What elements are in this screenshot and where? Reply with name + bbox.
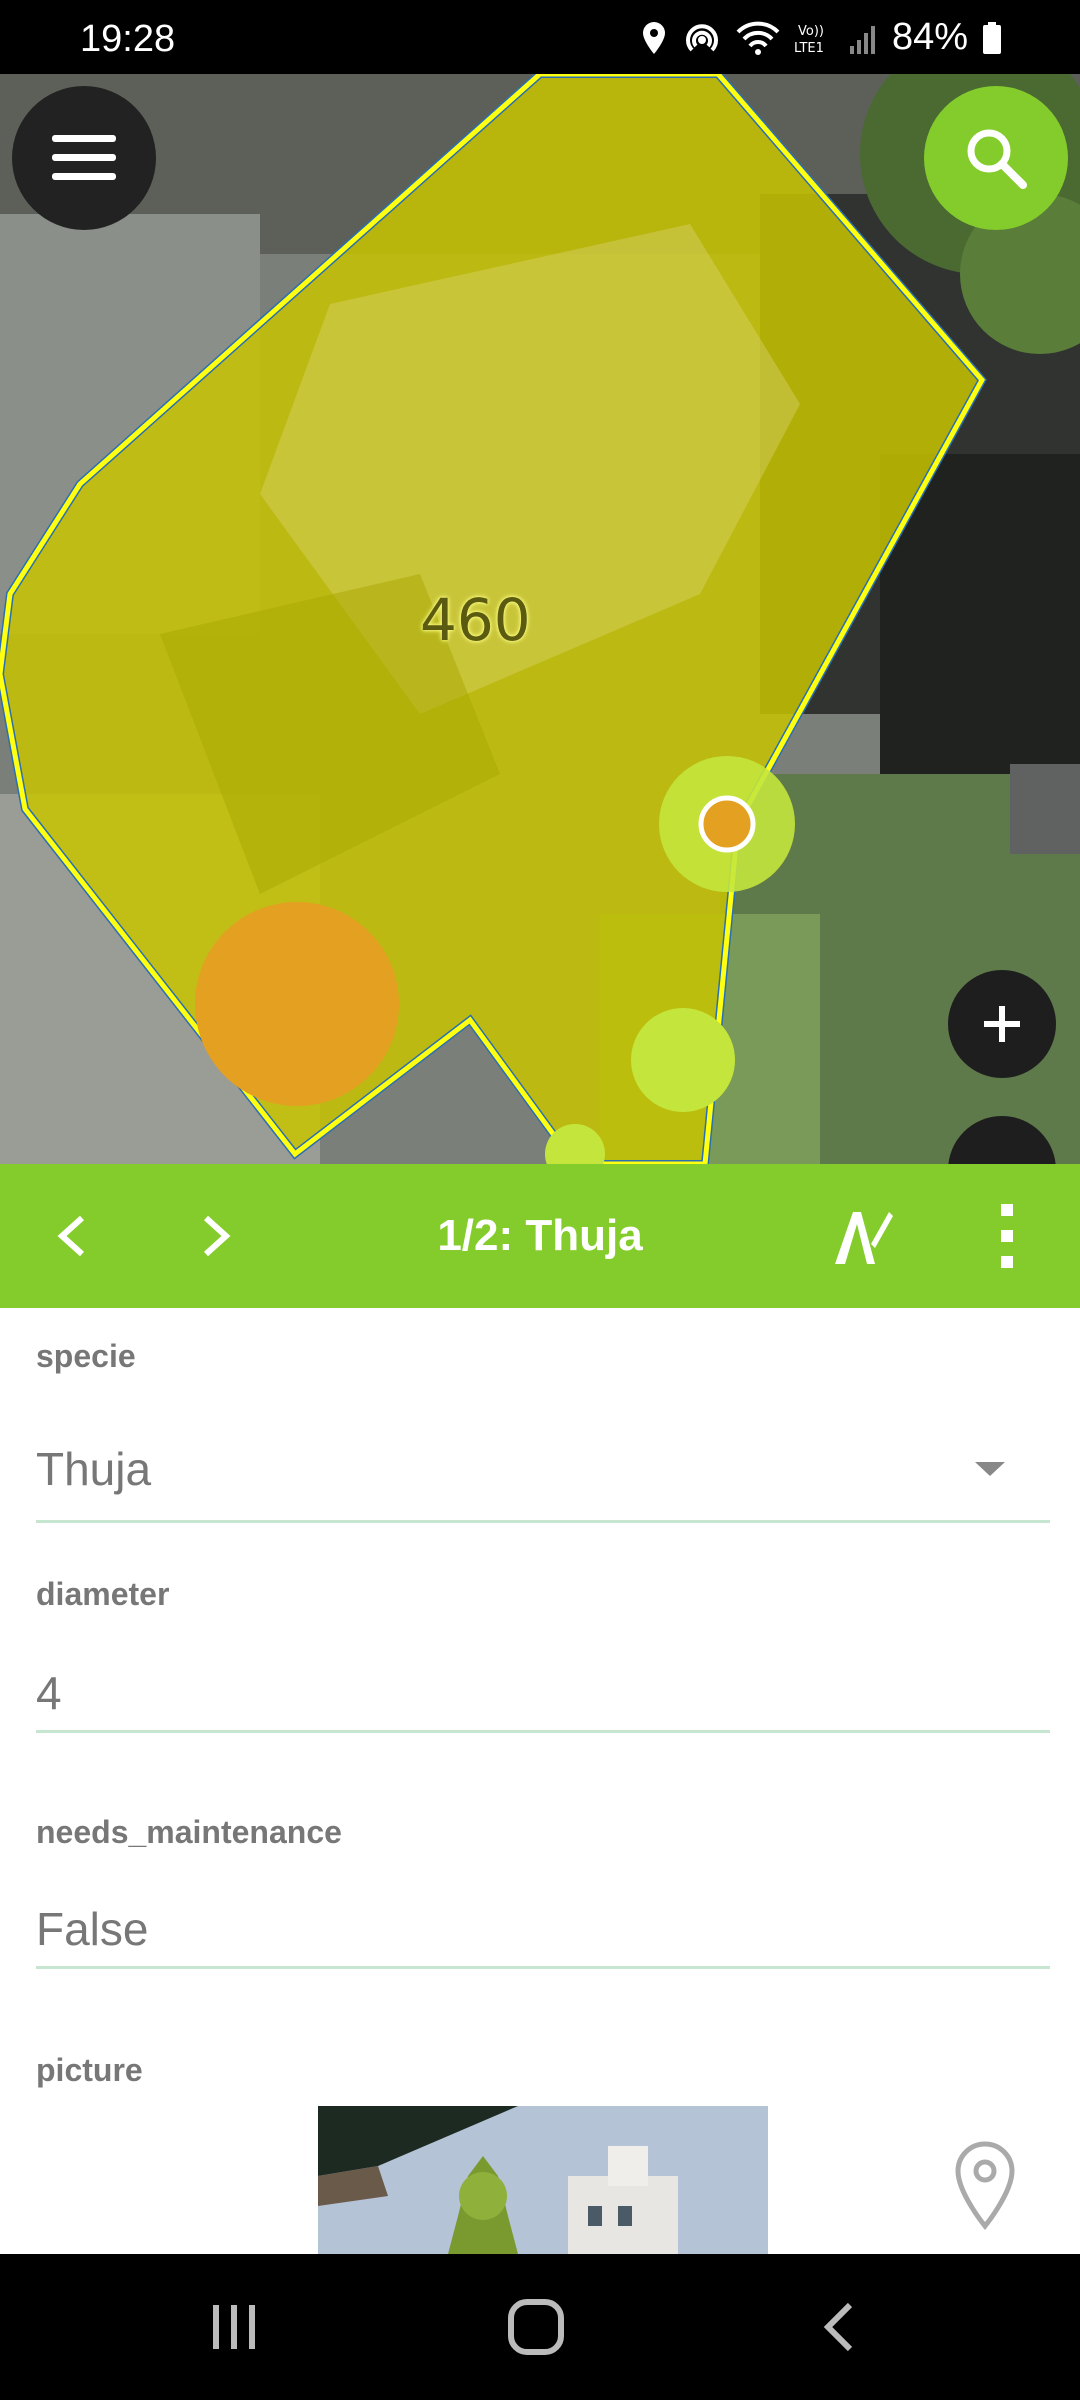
diameter-label: diameter (36, 1576, 170, 1612)
volte-icon: Vo)) LTE1 (794, 24, 824, 56)
more-vert-icon (1001, 1204, 1013, 1268)
status-time: 19:28 (80, 18, 176, 60)
svg-text:Vo)): Vo)) (798, 24, 824, 39)
back-button[interactable] (758, 2254, 918, 2400)
wifi-icon (736, 21, 780, 55)
location-pin-icon (955, 2141, 1015, 2230)
map-view[interactable]: 460 (0, 74, 1080, 1164)
feature-label: 460 (420, 586, 531, 654)
more-options-button[interactable] (952, 1164, 1062, 1308)
needs-maintenance-label: needs_maintenance (36, 1814, 342, 1850)
home-button[interactable] (456, 2254, 616, 2400)
specie-dropdown[interactable]: Thuja (36, 1442, 151, 1496)
chevron-right-icon (203, 1215, 231, 1257)
previous-feature-button[interactable] (16, 1164, 126, 1308)
location-pin-button[interactable] (950, 2140, 1020, 2230)
menu-icon (52, 135, 116, 180)
home-icon (508, 2299, 564, 2355)
status-bar: 19:28 Vo)) LTE1 84% (0, 0, 1080, 74)
specie-underline (36, 1520, 1050, 1523)
battery-percent: 84% (891, 16, 968, 58)
recent-apps-button[interactable] (154, 2254, 314, 2400)
chevron-left-icon (57, 1215, 85, 1257)
hotspot-icon (685, 23, 718, 51)
edit-feature-button[interactable] (808, 1164, 918, 1308)
menu-button[interactable] (12, 86, 156, 230)
battery-icon (983, 21, 1001, 54)
edit-icon (835, 1212, 893, 1264)
diameter-underline (36, 1730, 1050, 1733)
needs-maintenance-field[interactable]: False (36, 1902, 148, 1956)
picture-thumbnail[interactable] (318, 2106, 768, 2254)
zoom-in-button[interactable] (948, 970, 1056, 1078)
zoom-in-icon (984, 1006, 1020, 1042)
feature-title: 1/2: Thuja (437, 1211, 643, 1260)
feature-toolbar: 1/2: Thuja (0, 1164, 1080, 1308)
location-icon (642, 21, 665, 54)
attribute-form: specie Thuja diameter 4 needs_maintenanc… (0, 1308, 1080, 2254)
search-icon (967, 129, 1027, 189)
diameter-field[interactable]: 4 (36, 1666, 62, 1720)
back-icon (823, 2302, 853, 2352)
map-canvas[interactable] (0, 74, 1080, 1164)
status-icons: Vo)) LTE1 84% (640, 16, 1002, 59)
chevron-down-icon[interactable] (975, 1462, 1005, 1476)
picture-label: picture (36, 2052, 143, 2088)
svg-text:LTE1: LTE1 (794, 41, 824, 56)
signal-icon (849, 25, 875, 54)
specie-label: specie (36, 1338, 136, 1374)
needs-maintenance-underline (36, 1966, 1050, 1969)
search-button[interactable] (924, 86, 1068, 230)
recent-apps-icon (213, 2305, 255, 2349)
system-nav-bar (0, 2254, 1080, 2400)
